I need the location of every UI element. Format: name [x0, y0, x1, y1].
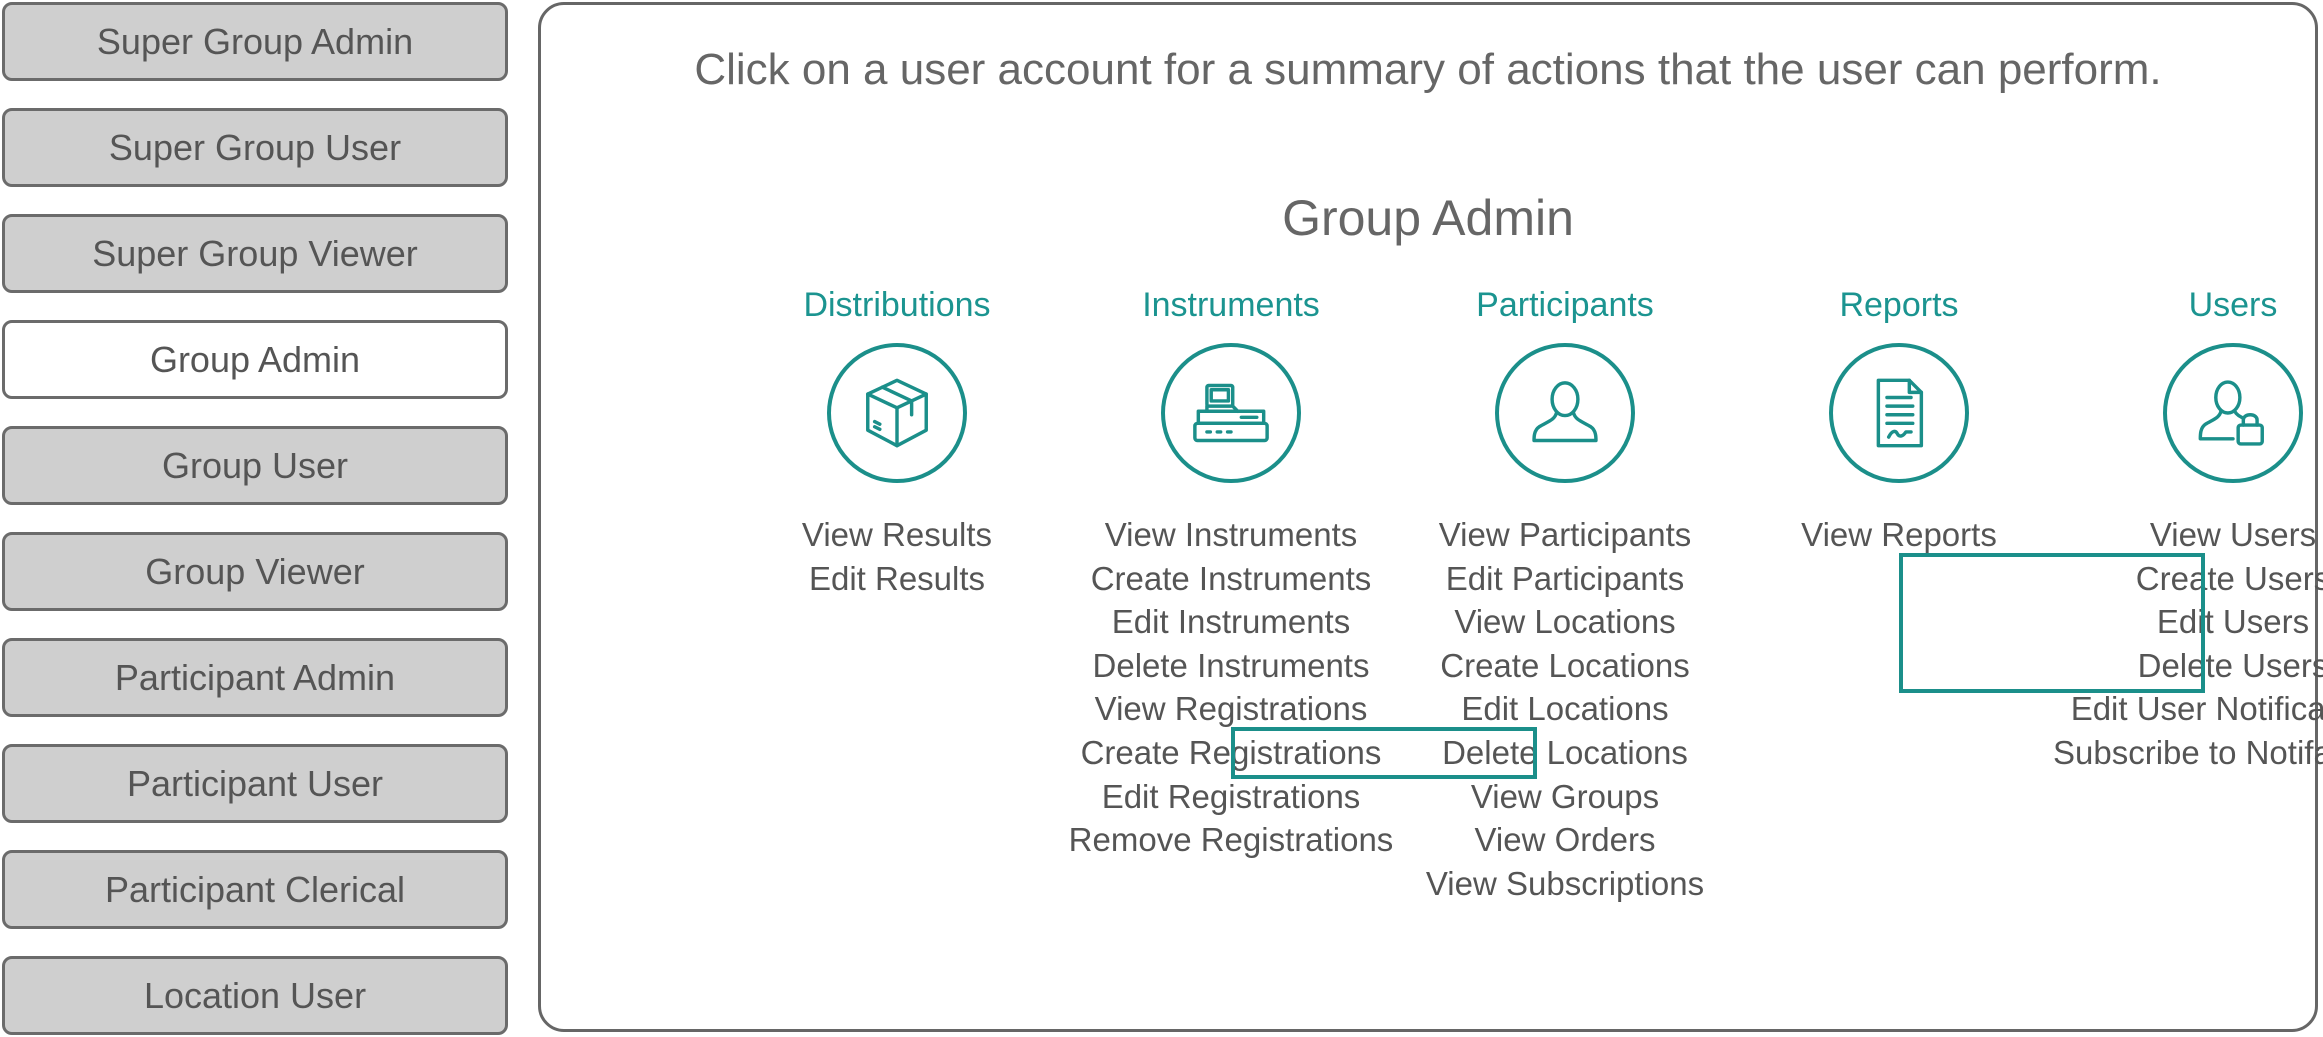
action-edit-results: Edit Results: [808, 559, 986, 597]
category-users: Users View Users Create Users Edit Users…: [2053, 283, 2323, 771]
user-lock-icon: [2163, 343, 2303, 483]
role-button-participant-admin[interactable]: Participant Admin: [2, 638, 508, 717]
action-edit-users: Edit Users: [2156, 603, 2310, 641]
instruction-text: Click on a user account for a summary of…: [694, 45, 2162, 94]
person-icon: [1495, 343, 1635, 483]
action-create-users: Create Users: [2135, 559, 2323, 597]
role-button-super-group-viewer[interactable]: Super Group Viewer: [2, 214, 508, 293]
category-label: Reports: [1839, 286, 1959, 324]
action-view-instruments: View Instruments: [1104, 516, 1358, 553]
role-summary-panel: Click on a user account for a summary of…: [538, 2, 2323, 1032]
action-edit-registrations: Edit Registrations: [1101, 777, 1361, 815]
role-button-participant-clerical[interactable]: Participant Clerical: [2, 850, 508, 929]
role-button-super-group-admin[interactable]: Super Group Admin: [2, 2, 508, 81]
role-button-group-viewer[interactable]: Group Viewer: [2, 532, 508, 611]
role-sidebar: Super Group Admin Super Group User Super…: [0, 0, 512, 1037]
action-delete-users: Delete Users: [2137, 646, 2323, 684]
category-instruments: Instruments View Instruments Create Inst…: [1051, 283, 1411, 858]
category-label: Instruments: [1142, 286, 1320, 324]
category-participants: Participants View Participants Edit Part…: [1385, 283, 1745, 902]
action-view-orders: View Orders: [1474, 821, 1656, 859]
action-delete-locations: Delete Locations: [1442, 733, 1688, 771]
action-create-instruments: Create Instruments: [1090, 559, 1372, 597]
action-edit-locations: Edit Locations: [1461, 690, 1669, 728]
role-button-group-user[interactable]: Group User: [2, 426, 508, 505]
action-view-locations: View Locations: [1454, 603, 1676, 641]
action-create-registrations: Create Registrations: [1080, 733, 1382, 771]
action-view-reports: View Reports: [1801, 516, 1997, 553]
action-remove-registrations: Remove Registrations: [1068, 821, 1394, 859]
action-view-subscriptions: View Subscriptions: [1425, 864, 1705, 902]
action-edit-participants: Edit Participants: [1445, 559, 1685, 597]
instrument-icon: [1161, 343, 1301, 483]
category-reports: Reports View Reports: [1719, 283, 2079, 553]
action-delete-instruments: Delete Instruments: [1092, 646, 1370, 684]
category-label: Distributions: [803, 286, 991, 324]
role-button-group-admin[interactable]: Group Admin: [2, 320, 508, 399]
role-button-participant-user[interactable]: Participant User: [2, 744, 508, 823]
action-view-users: View Users: [2149, 516, 2317, 553]
category-label: Users: [2188, 286, 2278, 324]
role-button-super-group-user[interactable]: Super Group User: [2, 108, 508, 187]
action-view-participants: View Participants: [1438, 516, 1692, 553]
role-button-location-user[interactable]: Location User: [2, 956, 508, 1035]
action-view-results: View Results: [801, 516, 993, 553]
role-title: Group Admin: [1282, 190, 1574, 246]
report-icon: [1829, 343, 1969, 483]
action-edit-instruments: Edit Instruments: [1111, 603, 1351, 641]
category-distributions: Distributions View Results Edit Results: [717, 283, 1077, 597]
category-label: Participants: [1476, 286, 1654, 324]
action-edit-user-notifications: Edit User Notifications: [2070, 690, 2323, 728]
package-icon: [827, 343, 967, 483]
action-view-groups: View Groups: [1470, 777, 1660, 815]
action-view-registrations: View Registrations: [1094, 690, 1368, 728]
action-subscribe-to-notifications: Subscribe to Notifactions: [2053, 733, 2323, 771]
action-create-locations: Create Locations: [1440, 646, 1690, 684]
